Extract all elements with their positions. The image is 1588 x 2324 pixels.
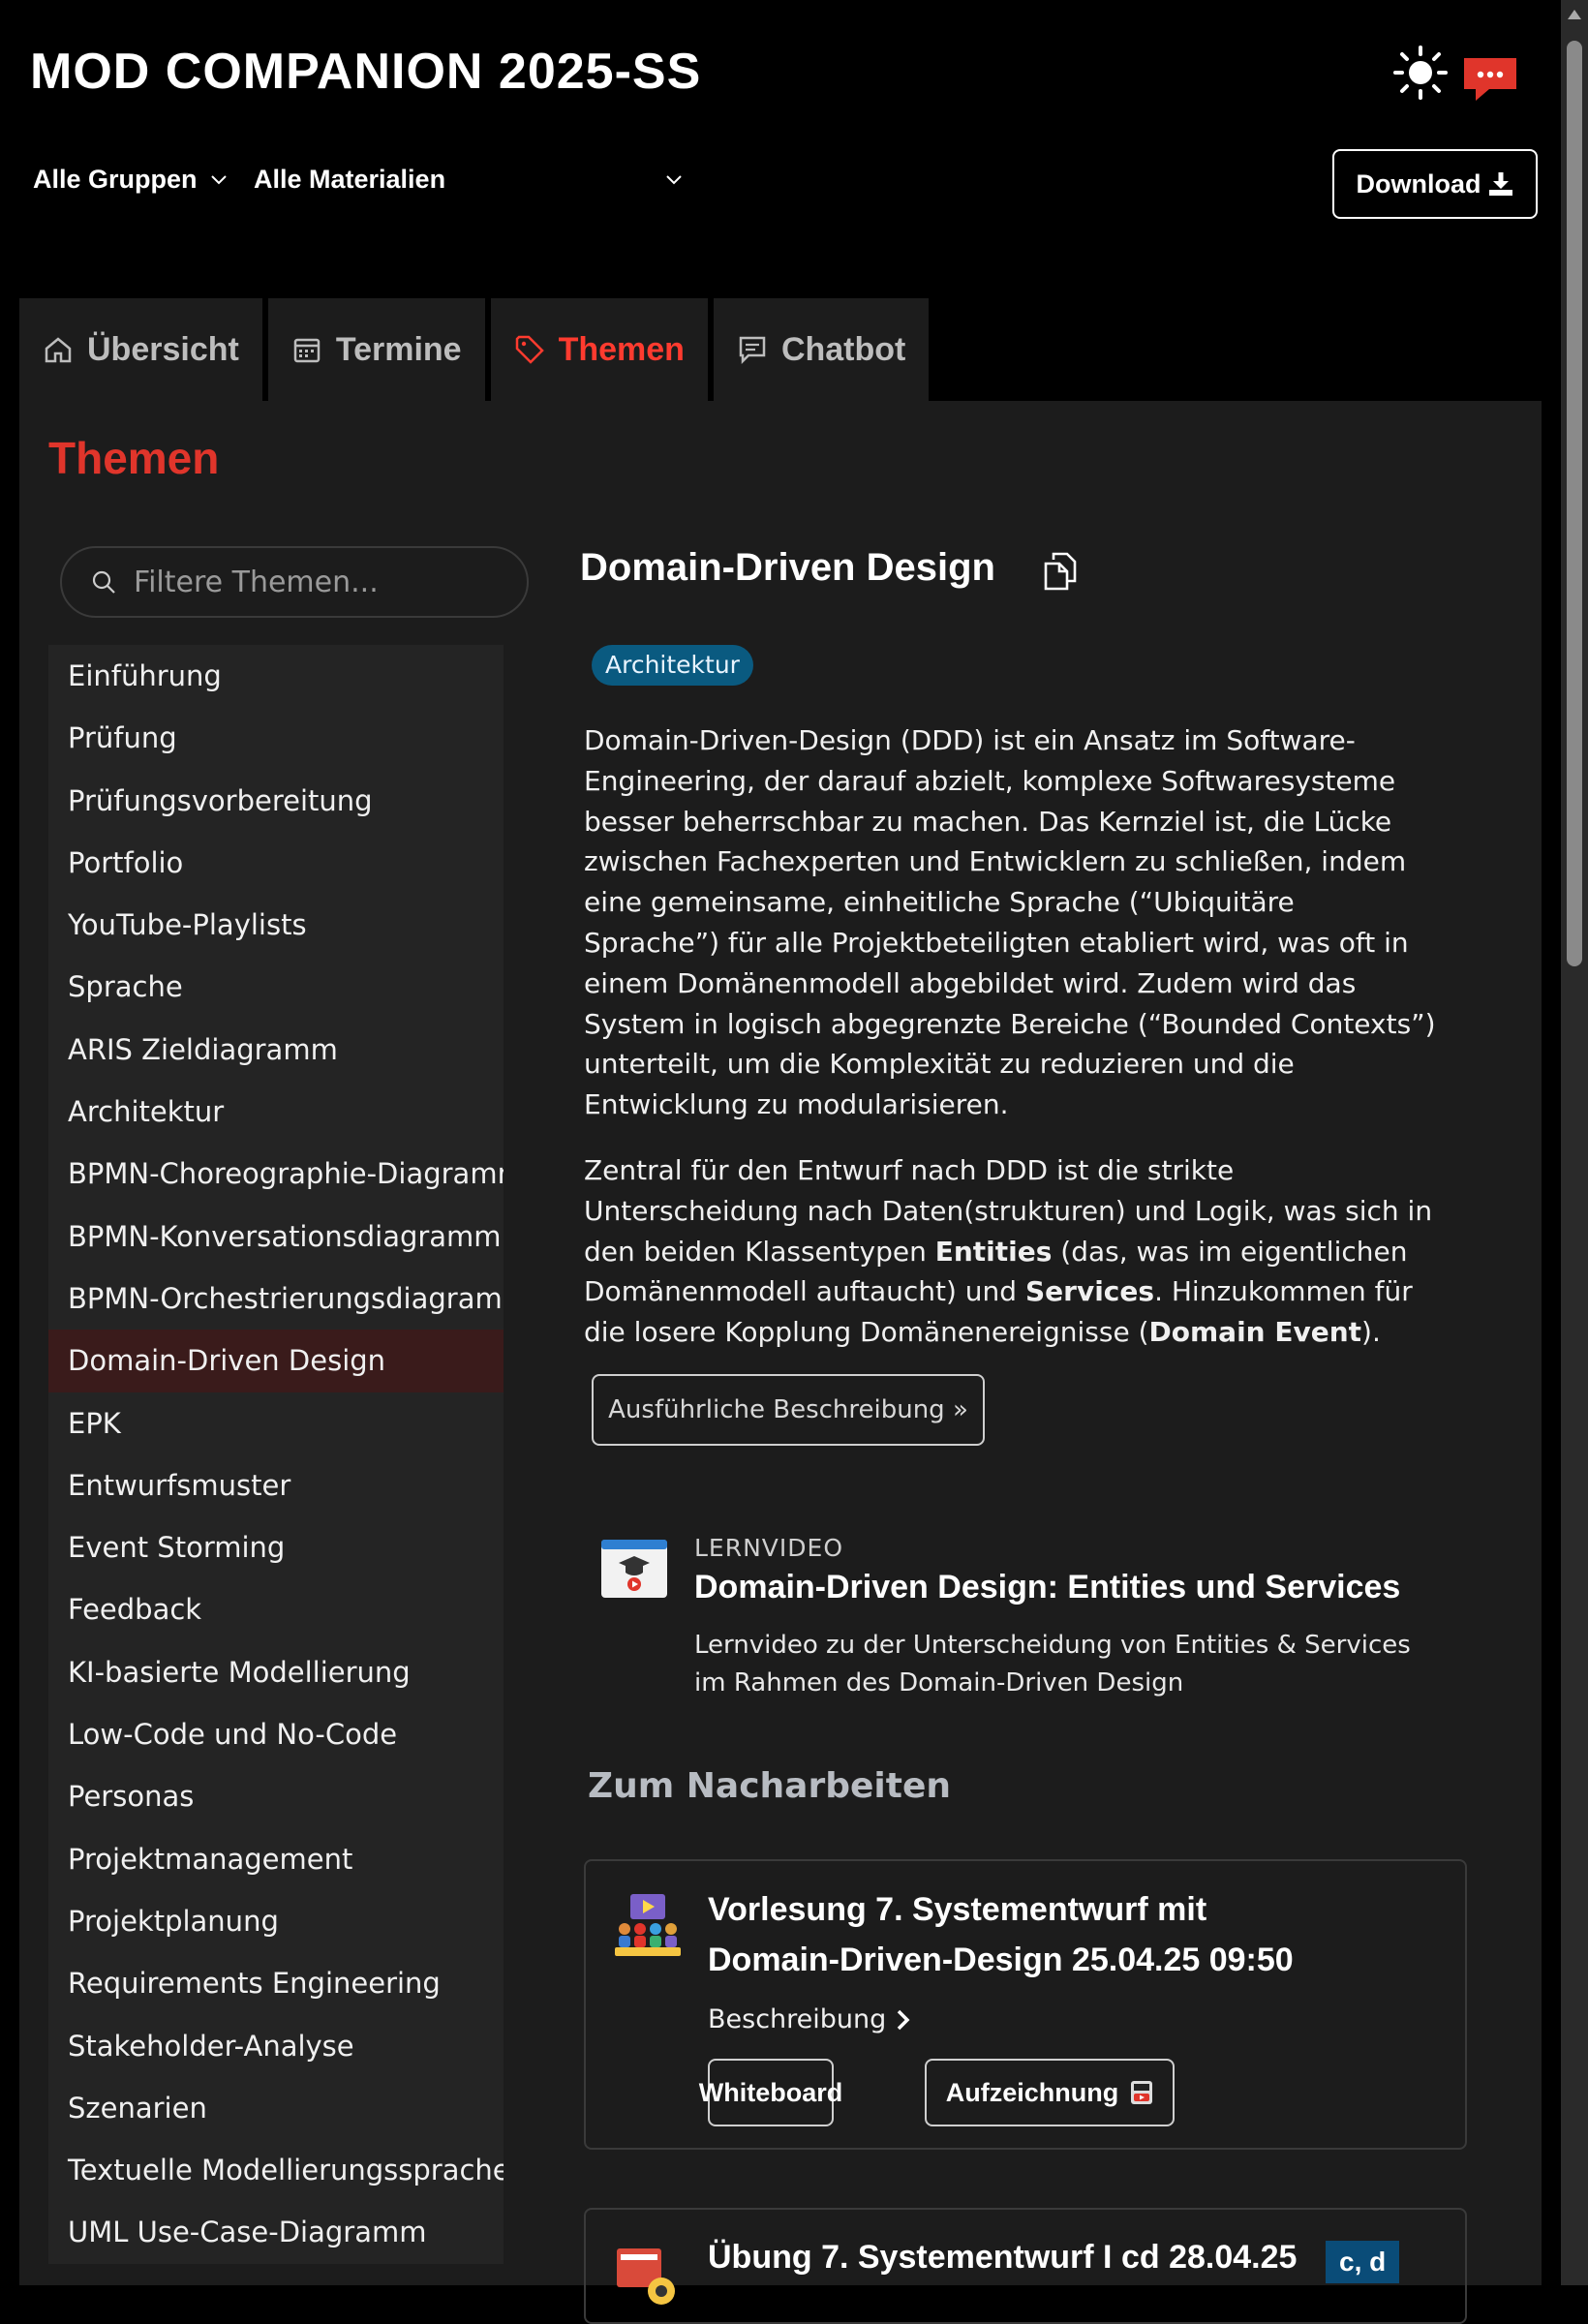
- page-scrollbar[interactable]: [1561, 0, 1588, 2285]
- text-span: ).: [1361, 1316, 1381, 1349]
- topic-item[interactable]: EPK: [48, 1392, 504, 1454]
- topic-item[interactable]: Prüfung: [48, 707, 504, 769]
- youtube-icon: [1131, 2081, 1153, 2104]
- main-tabs: Übersicht Termine Themen Chatbot: [19, 298, 930, 401]
- app-title: MOD COMPANION 2025-SS: [30, 44, 702, 100]
- home-icon: [45, 337, 72, 363]
- topic-item[interactable]: ARIS Zieldiagramm: [48, 1019, 504, 1081]
- topic-item[interactable]: YouTube-Playlists: [48, 894, 504, 956]
- term-entities: Entities: [934, 1235, 1053, 1268]
- scroll-up-arrow-icon[interactable]: [1568, 10, 1581, 19]
- tab-label: Themen: [558, 330, 685, 368]
- themen-panel: Themen EinführungPrüfungPrüfungsvorberei…: [19, 401, 1542, 2324]
- video-description: Lernvideo zu der Unterscheidung von Enti…: [694, 1631, 1411, 1697]
- search-icon: [92, 570, 115, 594]
- lecture-icon: [615, 1894, 681, 1956]
- topic-item[interactable]: Stakeholder-Analyse: [48, 2015, 504, 2077]
- whiteboard-button[interactable]: Whiteboard: [699, 2059, 842, 2126]
- download-icon: [1488, 172, 1512, 196]
- chevron-down-icon: [210, 174, 227, 184]
- chat-notification-icon[interactable]: [1460, 54, 1520, 105]
- topic-item[interactable]: Portfolio: [48, 832, 504, 894]
- topic-item[interactable]: Projektplanung: [48, 1890, 504, 1952]
- group-filter-label: Alle Gruppen: [33, 165, 198, 194]
- description-toggle[interactable]: Beschreibung: [708, 2004, 911, 2034]
- calendar-icon: [293, 338, 321, 363]
- tab-uebersicht[interactable]: Übersicht: [19, 298, 262, 401]
- topic-item[interactable]: Textuelle Modellierungssprachen: [48, 2139, 504, 2201]
- term-domain-event: Domain Event: [1148, 1316, 1362, 1349]
- lecture-title: Vorlesung 7. Systementwurf mit Domain-Dr…: [708, 1891, 1294, 1978]
- topic-item[interactable]: KI-basierte Modellierung: [48, 1641, 504, 1703]
- topic-list: Einführung Prüfung Prüfungsvorbereitung Por…: [48, 645, 504, 2264]
- topic-item[interactable]: Szenarien: [48, 2077, 504, 2139]
- recording-label: Aufzeichnung: [945, 2077, 1119, 2107]
- topic-item[interactable]: Event Storming: [48, 1516, 504, 1578]
- topic-search[interactable]: [60, 546, 529, 618]
- topic-item[interactable]: Projektmanagement: [48, 1828, 504, 1890]
- description-paragraph: Domain-Driven-Design (DDD) ist ein Ansat…: [584, 724, 1436, 1121]
- tab-label: Termine: [335, 330, 462, 368]
- topic-item[interactable]: Einführung: [48, 645, 504, 707]
- exercise-title: Übung 7. Systementwurf I cd 28.04.25: [708, 2239, 1298, 2276]
- chat-icon: [739, 336, 766, 365]
- video-lesson-icon: [601, 1540, 667, 1598]
- theme-toggle-sun-icon[interactable]: [1392, 45, 1449, 101]
- topic-description: Domain-Driven-Design (DDD) ist ein Ansat…: [584, 720, 1436, 1378]
- lecture-card: Vorlesung 7. Systementwurf mit Domain-Dr…: [584, 1859, 1467, 2150]
- section-title: Themen: [48, 433, 220, 483]
- topic-item[interactable]: Prüfungsvorbereitung: [48, 770, 504, 832]
- group-badge: c, d: [1326, 2241, 1400, 2283]
- download-label: Download: [1356, 168, 1481, 199]
- tab-chatbot[interactable]: Chatbot: [713, 298, 930, 401]
- topic-item[interactable]: BPMN-Choreographie-Diagramm: [48, 1143, 504, 1205]
- detailed-description-button[interactable]: Ausführliche Beschreibung »: [592, 1374, 985, 1446]
- topic-search-input[interactable]: [132, 564, 523, 600]
- topic-item[interactable]: BPMN-Konversationsdiagramm: [48, 1206, 504, 1268]
- scroll-thumb[interactable]: [1567, 41, 1582, 966]
- description-toggle-label: Beschreibung: [708, 2004, 887, 2034]
- tab-termine[interactable]: Termine: [267, 298, 485, 401]
- topic-tag[interactable]: Architektur: [592, 645, 753, 686]
- group-filter-dropdown[interactable]: Alle Gruppen: [33, 165, 227, 195]
- tab-label: Übersicht: [87, 330, 239, 368]
- recording-button[interactable]: Aufzeichnung: [925, 2059, 1175, 2126]
- topic-item[interactable]: Sprache: [48, 956, 504, 1018]
- video-title[interactable]: Domain-Driven Design: Entities und Servi…: [694, 1569, 1400, 1606]
- topic-item[interactable]: UML Use-Case-Diagramm: [48, 2201, 504, 2263]
- description-paragraph: Zentral für den Entwurf nach DDD ist die…: [584, 1150, 1436, 1353]
- topic-item[interactable]: Domain-Driven Design: [48, 1330, 504, 1392]
- video-kicker: LERNVIDEO: [694, 1534, 843, 1562]
- section-heading: Zum Nacharbeiten: [588, 1766, 951, 1806]
- copy-icon[interactable]: [1040, 550, 1081, 591]
- exercise-card: Übung 7. Systementwurf I cd 28.04.25 c, …: [584, 2208, 1467, 2324]
- chevron-down-icon: [666, 174, 682, 184]
- tag-icon: [515, 335, 544, 364]
- material-filter-dropdown[interactable]: Alle Materialien: [254, 165, 682, 195]
- exercise-icon: [617, 2248, 675, 2305]
- chevron-right-icon: [898, 2009, 910, 2030]
- topic-item[interactable]: Architektur: [48, 1081, 504, 1143]
- topic-item[interactable]: Low-Code und No-Code: [48, 1703, 504, 1765]
- topic-item[interactable]: Requirements Engineering: [48, 1952, 504, 2014]
- topic-item[interactable]: BPMN-Orchestrierungsdiagramm: [48, 1268, 504, 1330]
- app-header: MOD COMPANION 2025-SS Alle Gruppen Alle …: [0, 0, 1561, 298]
- tab-label: Chatbot: [780, 330, 906, 368]
- topic-item[interactable]: Personas: [48, 1765, 504, 1827]
- topic-title: Domain-Driven Design: [580, 546, 995, 589]
- term-services: Services: [1024, 1275, 1155, 1308]
- material-filter-label: Alle Materialien: [254, 165, 446, 194]
- download-button[interactable]: Download: [1332, 149, 1538, 219]
- topic-item[interactable]: Feedback: [48, 1578, 504, 1640]
- tab-themen[interactable]: Themen: [490, 298, 708, 401]
- topic-item[interactable]: Entwurfsmuster: [48, 1454, 504, 1516]
